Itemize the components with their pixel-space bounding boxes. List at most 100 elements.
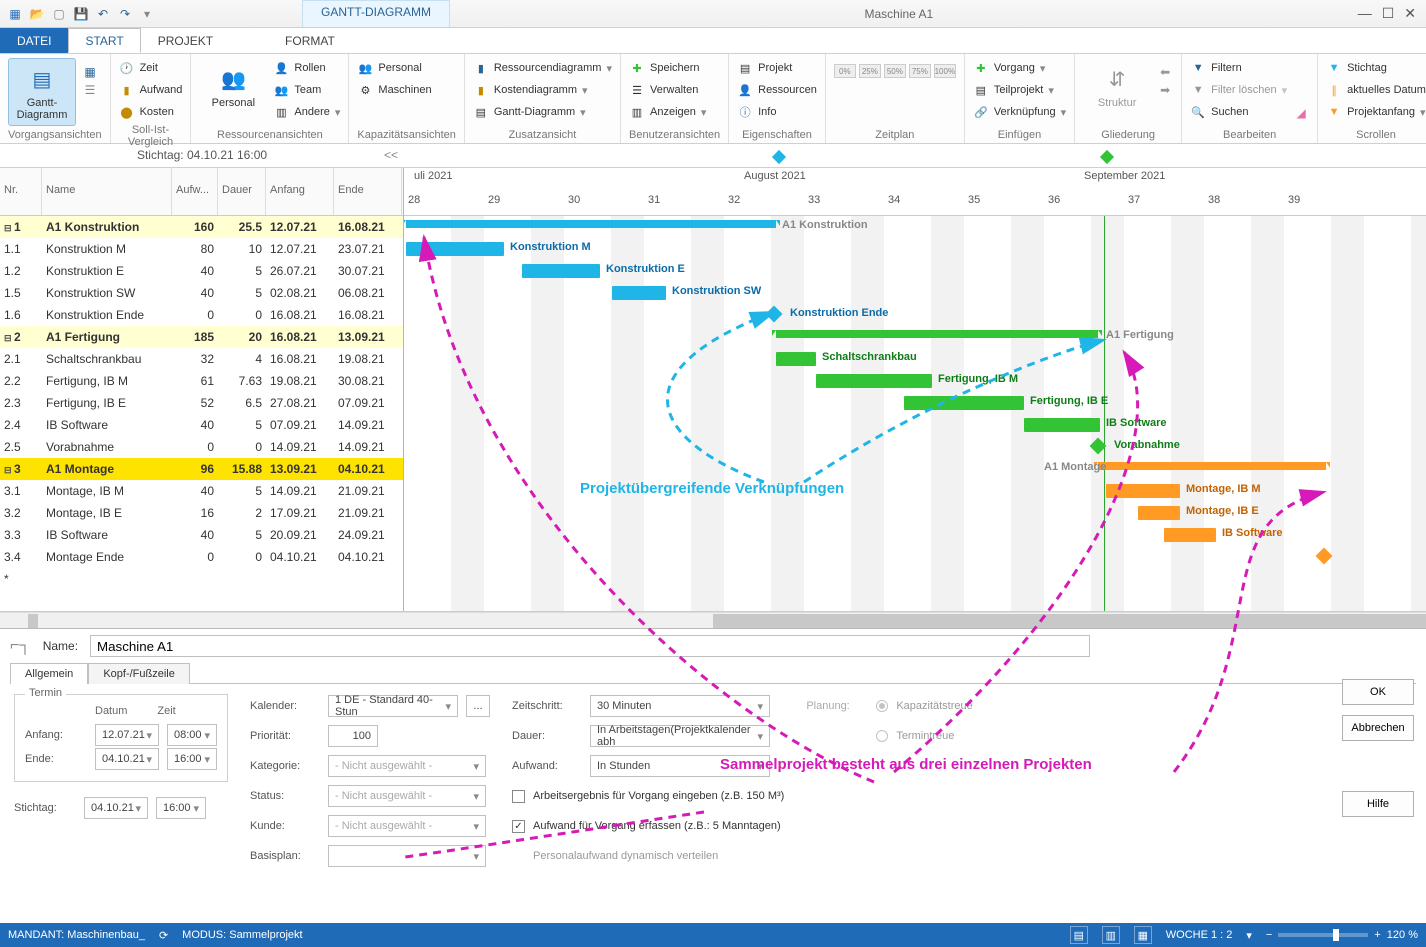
summary-bar[interactable] [406,220,776,228]
stichtag-datum-input[interactable]: 04.10.21 [84,797,148,819]
zeit-button[interactable]: 🕐Zeit [119,58,183,78]
new-icon[interactable]: ▢ [50,5,68,23]
qat-dropdown-icon[interactable]: ▾ [138,5,156,23]
suchen-button[interactable]: 🔍Suchen [1190,102,1287,122]
sb-view1-icon[interactable]: ▤ [1070,926,1088,944]
prioritaet-input[interactable]: 100 [328,725,378,747]
collapse-grid-icon[interactable]: << [384,148,398,162]
col-name[interactable]: Name [42,168,172,215]
task-bar[interactable] [904,396,1024,410]
refresh-icon[interactable]: ⟳ [159,929,168,942]
gantt-chart[interactable]: uli 2021August 2021September 20212829303… [404,168,1426,611]
task-bar[interactable] [816,374,932,388]
task-bar[interactable] [406,242,504,256]
gantt-diagram-button[interactable]: ▤ Gantt-Diagramm [8,58,76,126]
table-row[interactable]: 3.2Montage, IB E16217.09.2121.09.21 [0,502,403,524]
aufwand-button[interactable]: ▮Aufwand [119,80,183,100]
kapazitaetstreue-radio[interactable] [876,700,888,712]
redo-icon[interactable]: ↷ [116,5,134,23]
ende-zeit-input[interactable]: 16:00 [167,748,217,770]
undo-icon[interactable]: ↶ [94,5,112,23]
zoom-slider[interactable] [1278,933,1368,937]
table-row[interactable]: 2.4IB Software40507.09.2114.09.21 [0,414,403,436]
grid-body[interactable]: ⊟1A1 Konstruktion16025.512.07.2116.08.21… [0,216,403,590]
aufwand-erfassen-checkbox[interactable]: ✓ [512,820,525,833]
tab-kopffuss[interactable]: Kopf-/Fußzeile [88,663,190,684]
struktur-button[interactable]: ⇵ Struktur [1083,58,1151,114]
ende-datum-input[interactable]: 04.10.21 [95,748,159,770]
milestone[interactable] [1316,548,1333,565]
outdent-icon[interactable]: ⬅ [1157,64,1173,80]
filtern-button[interactable]: ▼Filtern [1190,58,1287,78]
andere-button[interactable]: ▥Andere ▾ [273,102,340,122]
anzeigen-button[interactable]: ▥Anzeigen ▾ [629,102,706,122]
scroll-aktdatum-button[interactable]: ∥aktuelles Datum [1326,80,1426,100]
close-icon[interactable]: ✕ [1404,5,1416,22]
sb-view2-icon[interactable]: ▥ [1102,926,1120,944]
panel-name-input[interactable] [90,635,1090,657]
info-button[interactable]: ⓘInfo [737,102,817,122]
task-bar[interactable] [1106,484,1180,498]
table-row[interactable]: 1.2Konstruktion E40526.07.2130.07.21 [0,260,403,282]
kosten-button[interactable]: ⬤Kosten [119,102,183,122]
table-row[interactable]: 2.3Fertigung, IB E526.527.08.2107.09.21 [0,392,403,414]
col-dauer[interactable]: Dauer [218,168,266,215]
task-bar[interactable] [522,264,600,278]
ganttd-button[interactable]: ▤Gantt-Diagramm ▾ [473,102,612,122]
zoom-0[interactable]: 0% [834,64,856,78]
gantt-body[interactable]: A1 KonstruktionKonstruktion MKonstruktio… [404,216,1426,611]
dauer-select[interactable]: In Arbeitstagen(Projektkalender abh [590,725,770,747]
tab-format[interactable]: FORMAT [268,28,352,53]
zoom-100[interactable]: 100% [934,64,956,78]
kostendiag-button[interactable]: ▮Kostendiagramm ▾ [473,80,612,100]
table-row[interactable]: ⊟3A1 Montage9615.8813.09.2104.10.21 [0,458,403,480]
basisplan-select[interactable] [328,845,486,867]
ins-vorgang-button[interactable]: ✚Vorgang ▾ [973,58,1066,78]
col-anfang[interactable]: Anfang [266,168,334,215]
list-icon[interactable]: ☰ [82,82,98,98]
tab-projekt[interactable]: PROJEKT [141,28,230,53]
table-row[interactable]: 3.3IB Software40520.09.2124.09.21 [0,524,403,546]
zoom-in-icon[interactable]: + [1374,929,1380,941]
grid-scroll-thumb[interactable] [28,614,38,628]
erase-icon[interactable]: ◢ [1293,105,1309,121]
arbeitsergebnis-checkbox[interactable] [512,790,525,803]
table-row[interactable]: 1.5Konstruktion SW40502.08.2106.08.21 [0,282,403,304]
filter-loeschen-button[interactable]: ▼Filter löschen ▾ [1190,80,1287,100]
ressourcen-button[interactable]: 👤Ressourcen [737,80,817,100]
col-ende[interactable]: Ende [334,168,402,215]
tab-allgemein[interactable]: Allgemein [10,663,88,684]
table-row[interactable]: 2.1Schaltschrankbau32416.08.2119.08.21 [0,348,403,370]
tab-start[interactable]: START [68,28,140,53]
verwalten-button[interactable]: ☰Verwalten [629,80,706,100]
anfang-zeit-input[interactable]: 08:00 [167,724,217,746]
task-bar[interactable] [776,352,816,366]
plan-icon[interactable]: ▦ [82,64,98,80]
scroll-stichtag-button[interactable]: ▼Stichtag [1326,58,1426,78]
abbrechen-button[interactable]: Abbrechen [1342,715,1414,741]
zeitschritt-select[interactable]: 30 Minuten [590,695,770,717]
task-bar[interactable] [1164,528,1216,542]
task-bar[interactable] [612,286,666,300]
status-select[interactable]: - Nicht ausgewählt - [328,785,486,807]
ins-verknuepfung-button[interactable]: 🔗Verknüpfung ▾ [973,102,1066,122]
table-row[interactable]: 2.5Vorabnahme0014.09.2114.09.21 [0,436,403,458]
ressdiag-button[interactable]: ▮Ressourcendiagramm ▾ [473,58,612,78]
maschinen-button[interactable]: ⚙Maschinen [357,80,431,100]
zoom-out-icon[interactable]: − [1266,929,1272,941]
table-row[interactable]: 1.1Konstruktion M801012.07.2123.07.21 [0,238,403,260]
ins-teilprojekt-button[interactable]: ▤Teilprojekt ▾ [973,80,1066,100]
kategorie-select[interactable]: - Nicht ausgewählt - [328,755,486,777]
summary-bar[interactable] [776,330,1098,338]
zoom-75[interactable]: 75% [909,64,931,78]
ok-button[interactable]: OK [1342,679,1414,705]
minimize-icon[interactable]: — [1358,5,1372,22]
rollen-button[interactable]: 👤Rollen [273,58,340,78]
table-row[interactable]: 3.1Montage, IB M40514.09.2121.09.21 [0,480,403,502]
col-nr[interactable]: Nr. [0,168,42,215]
kalender-browse-button[interactable]: ... [466,695,490,717]
table-row[interactable]: ⊟2A1 Fertigung1852016.08.2113.09.21 [0,326,403,348]
table-row[interactable]: ⊟1A1 Konstruktion16025.512.07.2116.08.21 [0,216,403,238]
zoom-50[interactable]: 50% [884,64,906,78]
stichtag-zeit-input[interactable]: 16:00 [156,797,206,819]
